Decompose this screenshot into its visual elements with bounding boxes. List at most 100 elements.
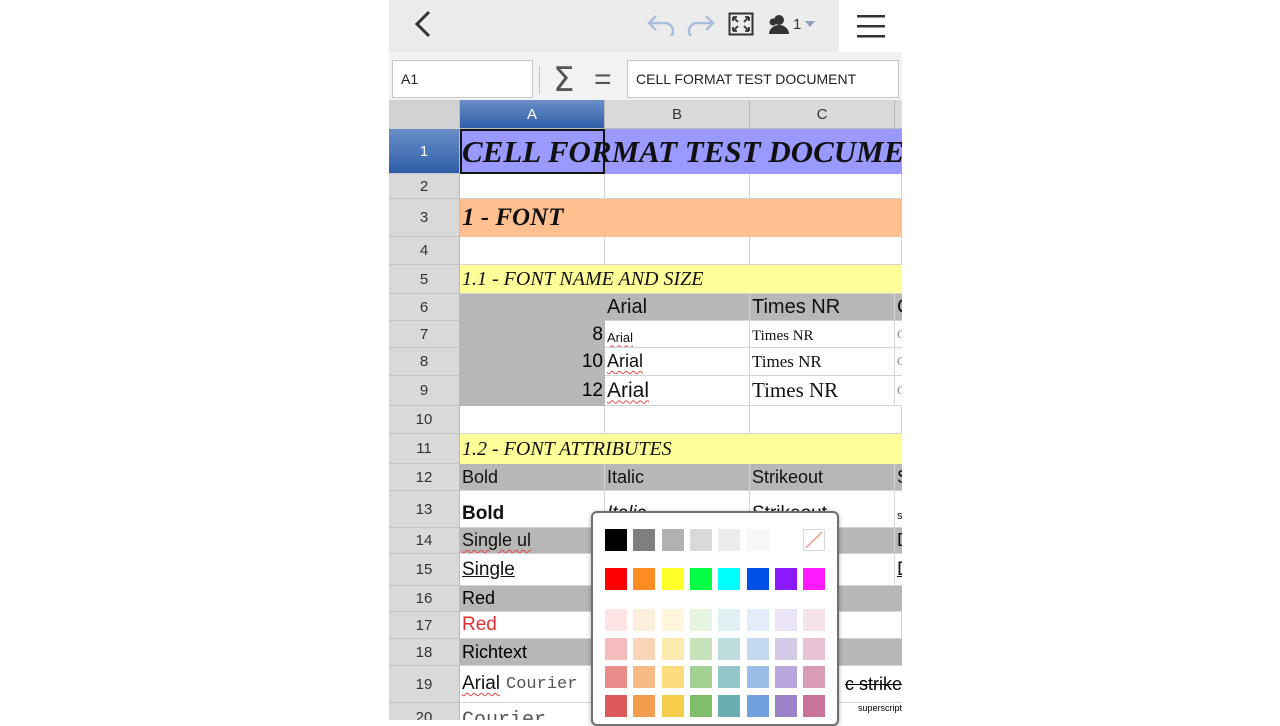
cell-d13[interactable]: s — [895, 491, 902, 528]
no-color-button[interactable] — [803, 529, 825, 551]
row-header-5[interactable]: 5 — [389, 265, 460, 294]
menu-button[interactable] — [839, 0, 902, 52]
color-swatch-tint-4-7[interactable] — [774, 694, 797, 717]
color-swatch-tint-4-6[interactable] — [746, 694, 769, 717]
row-header-10[interactable]: 10 — [389, 406, 460, 434]
cell-a19[interactable]: Arial Courier — [460, 666, 605, 703]
color-swatch-bright-4[interactable] — [689, 568, 712, 590]
column-header-b[interactable]: B — [605, 100, 750, 129]
column-header-a[interactable]: A — [460, 100, 605, 129]
cell-a9[interactable]: 12 — [460, 376, 603, 406]
row-header-17[interactable]: 17 — [389, 612, 460, 639]
color-swatch-tint-1-8[interactable] — [803, 609, 826, 631]
cell-b7[interactable]: Arial — [605, 321, 750, 348]
cell-d15[interactable]: D — [895, 554, 902, 586]
color-swatch-bright-8[interactable] — [803, 568, 826, 590]
cell-c6[interactable]: Times NR — [750, 294, 895, 321]
column-header-d[interactable] — [895, 100, 902, 129]
row-header-4[interactable]: 4 — [389, 237, 460, 265]
row-header-15[interactable]: 15 — [389, 554, 460, 586]
color-swatch-bright-7[interactable] — [774, 568, 797, 590]
color-swatch-gray-4[interactable] — [689, 529, 712, 551]
cell-b6[interactable]: Arial — [605, 294, 750, 321]
row-header-20[interactable]: 20 — [389, 703, 460, 720]
cell-d14[interactable]: D — [895, 528, 902, 554]
color-swatch-gray-3[interactable] — [661, 529, 684, 551]
cell-b2[interactable] — [605, 174, 750, 199]
color-swatch-tint-4-2[interactable] — [633, 694, 656, 717]
cell-b9[interactable]: Arial — [605, 376, 750, 406]
cell-b10[interactable] — [605, 406, 750, 434]
cell-a8[interactable]: 10 — [460, 348, 603, 376]
formula-input[interactable]: CELL FORMAT TEST DOCUMENT — [627, 60, 899, 98]
cell-a3-section-title[interactable]: 1 - FONT — [460, 199, 902, 237]
cell-d6[interactable]: C — [895, 294, 902, 321]
color-swatch-tint-3-2[interactable] — [633, 666, 656, 688]
row-header-3[interactable]: 3 — [389, 199, 460, 237]
color-swatch-tint-2-3[interactable] — [661, 637, 684, 660]
cell-a5-subsection-title[interactable]: 1.1 - FONT NAME AND SIZE — [460, 265, 902, 294]
color-swatch-tint-3-1[interactable] — [605, 666, 627, 688]
row-header-16[interactable]: 16 — [389, 586, 460, 612]
color-swatch-bright-5[interactable] — [718, 568, 741, 590]
color-swatch-tint-4-8[interactable] — [803, 694, 826, 717]
users-indicator[interactable]: 1 — [767, 12, 816, 36]
color-swatch-gray-5[interactable] — [718, 529, 741, 551]
row-header-11[interactable]: 11 — [389, 434, 460, 464]
row-header-7[interactable]: 7 — [389, 321, 460, 348]
color-swatch-tint-1-6[interactable] — [746, 609, 769, 631]
color-swatch-tint-1-1[interactable] — [605, 609, 627, 631]
cell-d9[interactable]: C — [895, 376, 902, 406]
cell-d12[interactable]: S — [895, 464, 902, 491]
color-swatch-bright-3[interactable] — [661, 568, 684, 590]
function-button[interactable]: = — [594, 60, 612, 100]
select-all-corner[interactable] — [389, 100, 460, 129]
color-swatch-tint-3-4[interactable] — [689, 666, 712, 688]
row-header-8[interactable]: 8 — [389, 348, 460, 376]
redo-button[interactable] — [685, 10, 717, 38]
cell-a13[interactable]: Bold — [460, 491, 605, 528]
cell-c2[interactable] — [750, 174, 902, 199]
color-swatch-tint-3-8[interactable] — [803, 666, 826, 688]
cell-d8[interactable]: C — [895, 348, 902, 376]
color-swatch-tint-3-3[interactable] — [661, 666, 684, 688]
color-swatch-tint-2-2[interactable] — [633, 637, 656, 660]
color-swatch-bright-2[interactable] — [633, 568, 656, 590]
fullscreen-button[interactable] — [726, 10, 756, 38]
cell-a12[interactable]: Bold — [460, 464, 605, 491]
color-swatch-tint-2-5[interactable] — [718, 637, 741, 660]
cell-a1-title[interactable]: CELL FORMAT TEST DOCUMENT — [460, 129, 902, 174]
cell-a2[interactable] — [460, 174, 605, 199]
cell-c4[interactable] — [750, 237, 902, 265]
cell-a11-subsection-title[interactable]: 1.2 - FONT ATTRIBUTES — [460, 434, 902, 464]
column-header-c[interactable]: C — [750, 100, 895, 129]
color-swatch-tint-2-7[interactable] — [774, 637, 797, 660]
row-header-18[interactable]: 18 — [389, 639, 460, 666]
cell-b12[interactable]: Italic — [605, 464, 750, 491]
cell-a7[interactable]: 8 — [460, 321, 603, 348]
cell-a17[interactable]: Red — [460, 612, 605, 639]
color-swatch-tint-1-4[interactable] — [689, 609, 712, 631]
cell-c12[interactable]: Strikeout — [750, 464, 895, 491]
undo-button[interactable] — [645, 10, 677, 38]
row-header-6[interactable]: 6 — [389, 294, 460, 321]
row-header-2[interactable]: 2 — [389, 174, 460, 199]
sum-button[interactable]: Σ — [553, 60, 574, 100]
cell-a4[interactable] — [460, 237, 605, 265]
color-swatch-gray-2[interactable] — [633, 529, 656, 551]
cell-b4[interactable] — [605, 237, 750, 265]
row-header-14[interactable]: 14 — [389, 528, 460, 554]
cell-a20[interactable]: Courier — [460, 703, 605, 720]
color-swatch-bright-1[interactable] — [605, 568, 627, 590]
cell-c10[interactable] — [750, 406, 902, 434]
color-swatch-gray-6[interactable] — [746, 529, 769, 551]
color-swatch-tint-2-6[interactable] — [746, 637, 769, 660]
color-swatch-tint-2-8[interactable] — [803, 637, 826, 660]
color-swatch-tint-3-7[interactable] — [774, 666, 797, 688]
cell-b8[interactable]: Arial — [605, 348, 750, 376]
cell-a10[interactable] — [460, 406, 605, 434]
color-swatch-tint-1-5[interactable] — [718, 609, 741, 631]
cell-c9[interactable]: Times NR — [750, 376, 895, 406]
cell-a14[interactable]: Single ul — [460, 528, 605, 554]
color-swatch-tint-3-6[interactable] — [746, 666, 769, 688]
